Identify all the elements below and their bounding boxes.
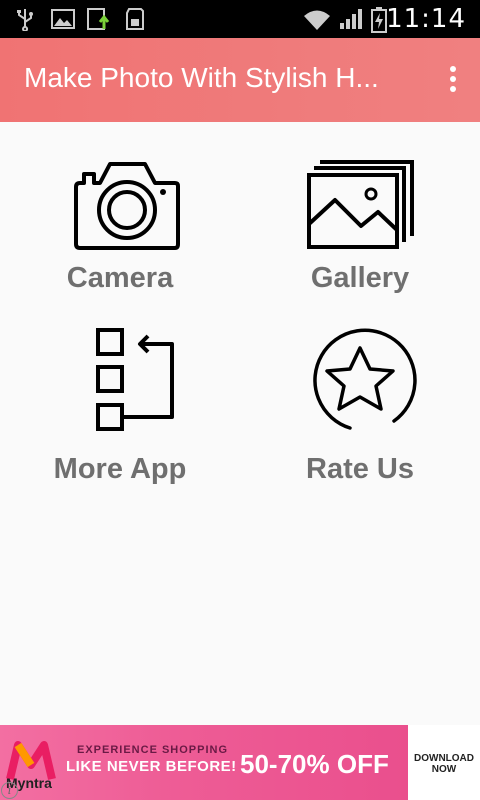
image-icon xyxy=(51,9,75,29)
ad-banner[interactable]: Myntra EXPERIENCE SHOPPING LIKE NEVER BE… xyxy=(0,725,480,800)
ad-headline-bottom: LIKE NEVER BEFORE! xyxy=(66,758,237,775)
app-title: Make Photo With Stylish H... xyxy=(24,62,379,93)
gallery-button[interactable]: Gallery xyxy=(240,140,480,330)
status-bar: 11:14 xyxy=(0,0,480,38)
more-app-button[interactable]: More App xyxy=(0,325,240,515)
star-icon xyxy=(313,328,417,430)
camera-icon xyxy=(74,162,180,250)
camera-label: Camera xyxy=(66,262,174,294)
rate-us-label: Rate Us xyxy=(306,453,414,485)
app-bar: Make Photo With Stylish H... xyxy=(0,38,480,122)
info-icon[interactable]: i xyxy=(1,782,18,799)
camera-button[interactable]: Camera xyxy=(0,140,240,330)
sd-card-icon xyxy=(126,8,144,30)
ad-creative[interactable]: Myntra EXPERIENCE SHOPPING LIKE NEVER BE… xyxy=(0,725,408,800)
gallery-label: Gallery xyxy=(310,262,410,294)
more-app-label: More App xyxy=(53,453,187,485)
status-time: 11:14 xyxy=(386,4,466,34)
ad-download-button[interactable]: DOWNLOAD NOW xyxy=(408,725,480,800)
rate-us-button[interactable]: Rate Us xyxy=(240,325,480,515)
ad-headline-top: EXPERIENCE SHOPPING xyxy=(77,744,229,756)
more-apps-icon xyxy=(96,328,174,431)
gallery-icon xyxy=(307,160,414,249)
wifi-icon xyxy=(304,10,330,30)
download-icon xyxy=(87,8,110,30)
signal-icon xyxy=(340,9,362,29)
ad-offer: 50-70% OFF xyxy=(240,749,389,779)
usb-icon xyxy=(17,9,33,31)
overflow-menu-icon[interactable] xyxy=(448,66,458,96)
